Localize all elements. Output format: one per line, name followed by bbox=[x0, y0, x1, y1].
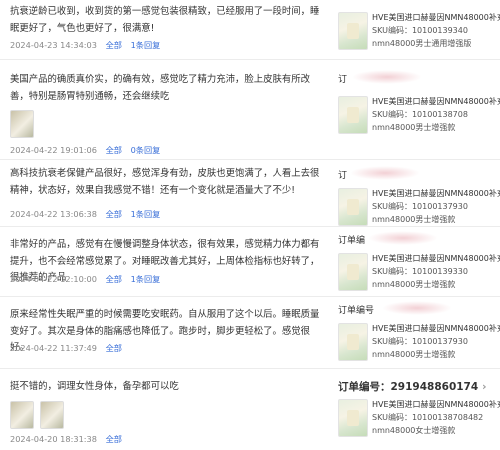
reply-count-link[interactable]: 1条回复 bbox=[131, 40, 161, 50]
review-row: 抗衰逆龄已收到，收到货的第一感觉包装很精致，已经服用了一段时间，睡眠更好了，气色… bbox=[0, 0, 500, 60]
review-meta: 2024-04-22 19:01:06 全部 0条回复 bbox=[10, 144, 160, 156]
review-meta: 2024-04-23 14:34:03 全部 1条回复 bbox=[10, 39, 160, 51]
product-sku: SKU编码：10100139340 bbox=[372, 26, 468, 35]
order-number-text: 订单编号：291948860174 bbox=[338, 381, 479, 393]
product-spec: nmn48000男士增强款 bbox=[372, 123, 456, 132]
reply-count-link[interactable]: 1条回复 bbox=[131, 274, 161, 284]
product-image bbox=[338, 96, 368, 134]
product-title: HVE美国进口赫曼因NMN48000补充 bbox=[372, 189, 500, 198]
obscured-area bbox=[368, 231, 438, 245]
review-meta: 2024-04-20 18:31:38 全部 bbox=[10, 433, 122, 445]
product-spec: nmn48000男士增强款 bbox=[372, 280, 456, 289]
view-all-link[interactable]: 全部 bbox=[106, 343, 122, 353]
product-card[interactable]: HVE美国进口赫曼因NMN48000补充 SKU编码：10100137930 n… bbox=[338, 319, 500, 365]
product-image bbox=[338, 188, 368, 226]
review-list: 抗衰逆龄已收到，收到货的第一感觉包装很精致，已经服用了一段时间，睡眠更好了，气色… bbox=[0, 0, 500, 450]
view-all-link[interactable]: 全部 bbox=[106, 274, 122, 284]
obscured-area bbox=[350, 166, 420, 180]
product-title: HVE美国进口赫曼因NMN48000补充 bbox=[372, 400, 500, 409]
review-photo[interactable] bbox=[10, 401, 34, 429]
review-photo[interactable] bbox=[40, 401, 64, 429]
product-card[interactable]: HVE美国进口赫曼因NMN48000补充 SKU编码：10100138708 n… bbox=[338, 92, 500, 138]
product-image bbox=[338, 12, 368, 50]
product-image bbox=[338, 253, 368, 291]
product-card[interactable]: HVE美国进口赫曼因NMN48000补充 SKU编码：10100139330 n… bbox=[338, 249, 500, 295]
order-number[interactable]: 订单编号 bbox=[338, 303, 374, 316]
product-image bbox=[338, 323, 368, 361]
review-row: 高科技抗衰老保健产品很好，感觉浑身有劲，皮肤也更饱满了，人看上去很精神，状态好，… bbox=[0, 160, 500, 227]
order-number[interactable]: 订 bbox=[338, 168, 347, 181]
product-sku: SKU编码：10100139330 bbox=[372, 267, 468, 276]
review-row: 美国产品的确质真价实，的确有效，感觉吃了精力充沛，脸上皮肤有所改善，特别是肠胃特… bbox=[0, 60, 500, 160]
review-photo[interactable] bbox=[10, 110, 34, 138]
order-number[interactable]: 订单编号：291948860174 › bbox=[338, 379, 487, 394]
review-row: 挺不错的，调理女性身体，备孕都可以吃 2024-04-20 18:31:38 全… bbox=[0, 369, 500, 450]
product-spec: nmn48000男士增强款 bbox=[372, 215, 456, 224]
review-date: 2024-04-22 12:10:00 bbox=[10, 274, 97, 284]
review-meta: 2024-04-22 13:06:38 全部 1条回复 bbox=[10, 208, 160, 220]
review-photos bbox=[10, 401, 70, 433]
product-sku: SKU编码：10100138708 bbox=[372, 110, 468, 119]
product-sku: SKU编码：10100138708482 bbox=[372, 413, 484, 422]
chevron-right-icon[interactable]: › bbox=[482, 381, 486, 393]
view-all-link[interactable]: 全部 bbox=[106, 40, 122, 50]
product-card[interactable]: HVE美国进口赫曼因NMN48000补充 SKU编码：10100139340 n… bbox=[338, 8, 500, 54]
review-date: 2024-04-20 18:31:38 bbox=[10, 434, 97, 444]
order-number[interactable]: 订单编 bbox=[338, 233, 365, 246]
obscured-area bbox=[352, 70, 422, 84]
product-image bbox=[338, 399, 368, 437]
view-all-link[interactable]: 全部 bbox=[106, 145, 122, 155]
review-text: 美国产品的确质真价实，的确有效，感觉吃了精力充沛，脸上皮肤有所改善，特别是肠胃特… bbox=[10, 74, 311, 102]
reply-count-link[interactable]: 0条回复 bbox=[131, 145, 161, 155]
review-photos bbox=[10, 110, 40, 142]
product-sku: SKU编码：10100137930 bbox=[372, 202, 468, 211]
review-date: 2024-04-22 19:01:06 bbox=[10, 145, 97, 155]
review-row: 原来经常性失眠严重的时候需要吃安眠药。自从服用了这个以后。睡眠质量变好了。其次是… bbox=[0, 297, 500, 369]
product-title: HVE美国进口赫曼因NMN48000补充 bbox=[372, 97, 500, 106]
reply-count-link[interactable]: 1条回复 bbox=[131, 209, 161, 219]
review-date: 2024-04-22 13:06:38 bbox=[10, 209, 97, 219]
review-row: 非常好的产品，感觉有在慢慢调整身体状态，很有效果，感觉精力体力都有提升，也不会经… bbox=[0, 227, 500, 297]
review-meta: 2024-04-22 12:10:00 全部 1条回复 bbox=[10, 273, 160, 285]
view-all-link[interactable]: 全部 bbox=[106, 434, 122, 444]
review-meta: 2024-04-22 11:37:49 全部 bbox=[10, 342, 122, 354]
review-text: 高科技抗衰老保健产品很好，感觉浑身有劲，皮肤也更饱满了，人看上去很精神，状态好，… bbox=[10, 168, 320, 196]
product-card[interactable]: HVE美国进口赫曼因NMN48000补充 SKU编码：10100137930 n… bbox=[338, 184, 500, 230]
product-spec: nmn48000女士增强款 bbox=[372, 426, 456, 435]
product-card[interactable]: HVE美国进口赫曼因NMN48000补充 SKU编码：1010013870848… bbox=[338, 395, 500, 441]
product-spec: nmn48000男士通用增强版 bbox=[372, 39, 472, 48]
view-all-link[interactable]: 全部 bbox=[106, 209, 122, 219]
product-title: HVE美国进口赫曼因NMN48000补充 bbox=[372, 13, 500, 22]
obscured-area bbox=[382, 301, 452, 315]
product-sku: SKU编码：10100137930 bbox=[372, 337, 468, 346]
review-date: 2024-04-23 14:34:03 bbox=[10, 40, 97, 50]
order-number[interactable]: 订 bbox=[338, 72, 347, 85]
review-date: 2024-04-22 11:37:49 bbox=[10, 343, 97, 353]
product-title: HVE美国进口赫曼因NMN48000补充 bbox=[372, 254, 500, 263]
product-title: HVE美国进口赫曼因NMN48000补充 bbox=[372, 324, 500, 333]
review-text: 挺不错的，调理女性身体，备孕都可以吃 bbox=[10, 381, 179, 392]
product-spec: nmn48000男士增强款 bbox=[372, 350, 456, 359]
review-text: 抗衰逆龄已收到，收到货的第一感觉包装很精致，已经服用了一段时间，睡眠更好了，气色… bbox=[10, 6, 320, 34]
